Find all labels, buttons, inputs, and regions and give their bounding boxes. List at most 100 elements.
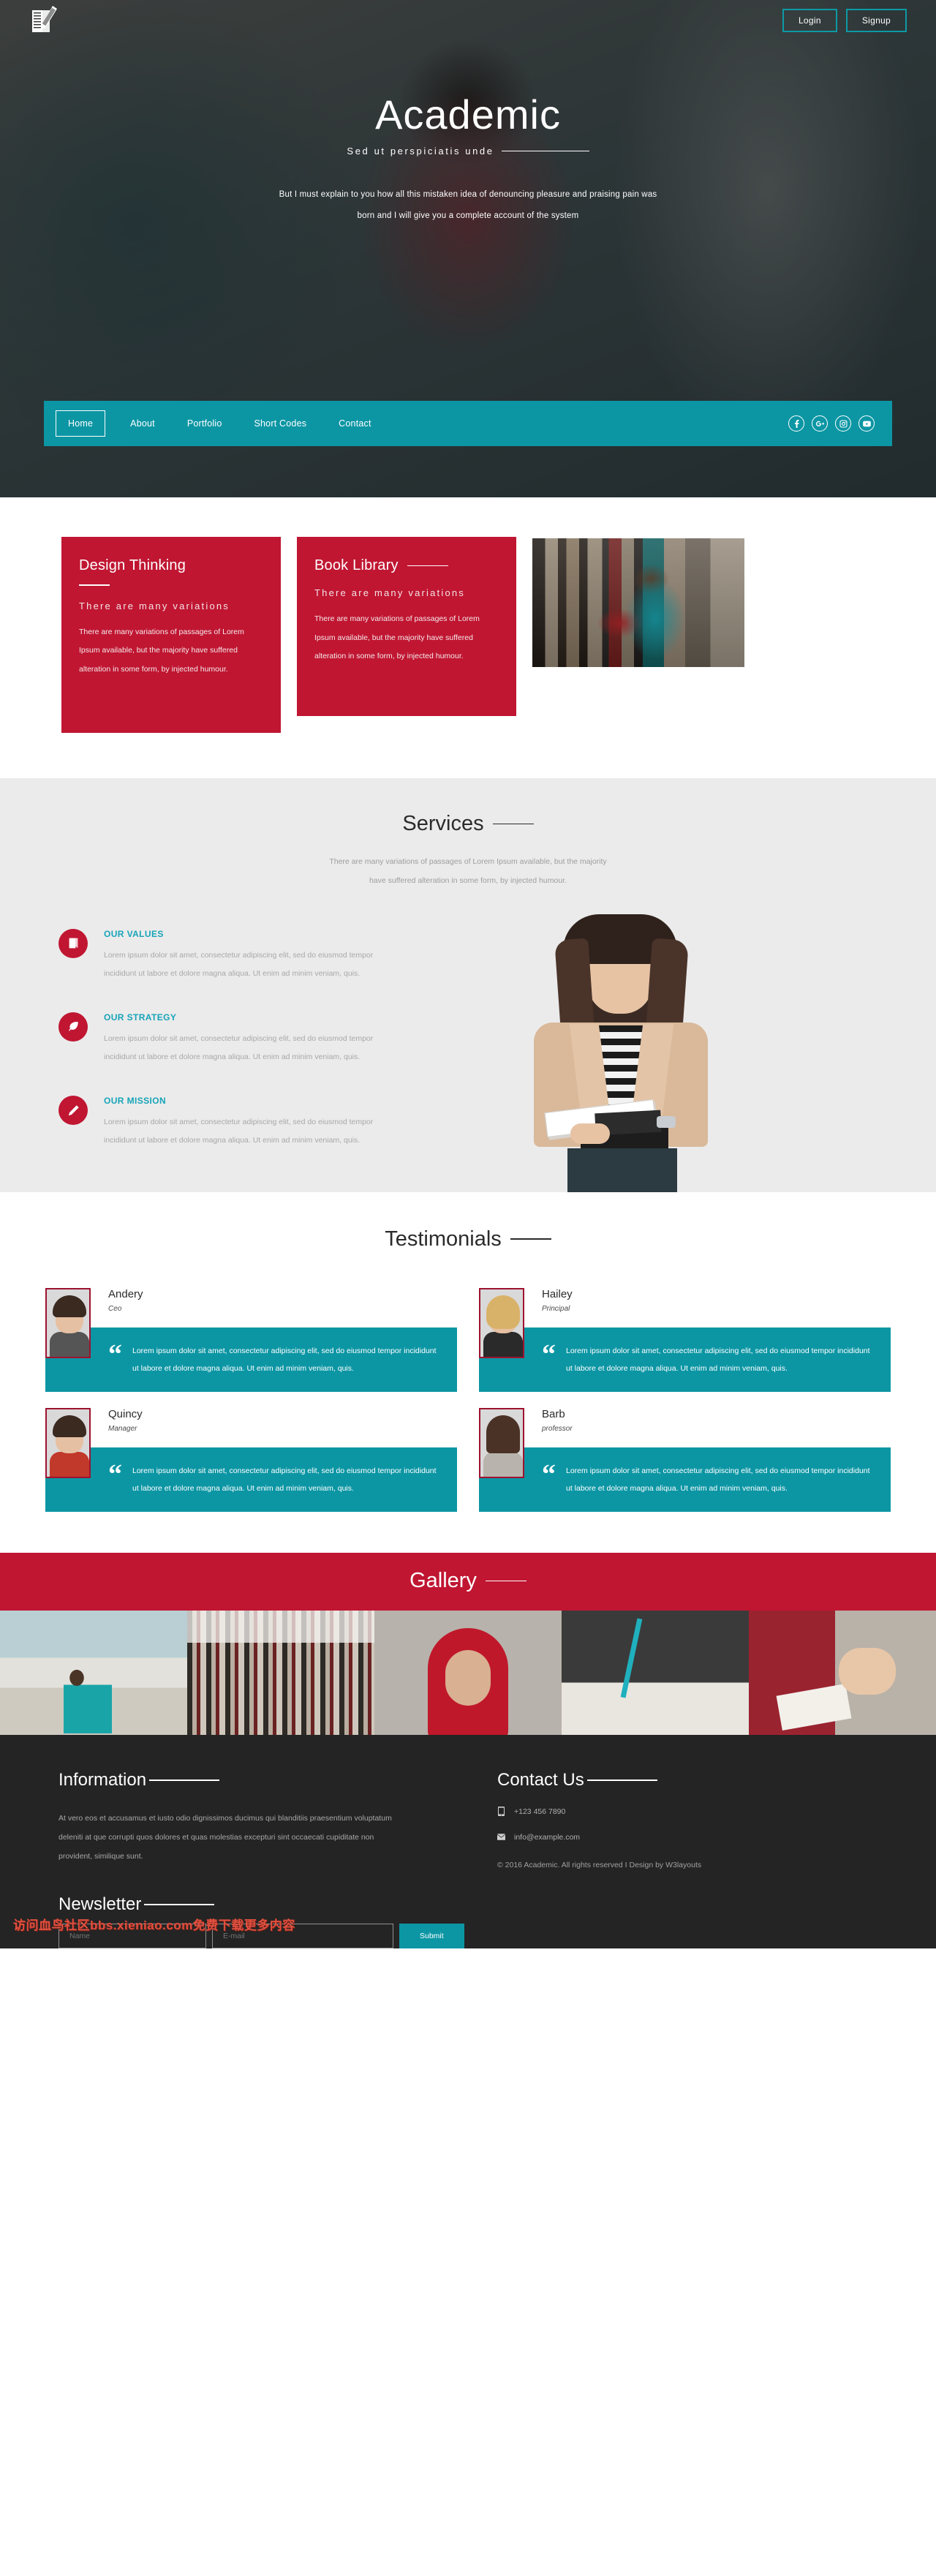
feature-card-title: Book Library [314,557,499,574]
feature-card-subtitle: There are many variations [314,587,466,598]
feature-card-rule [79,584,110,586]
gallery-title-rule [485,1580,526,1582]
services-header: Services There are many variations of pa… [0,812,936,891]
footer-phone-row[interactable]: +123 456 7890 [497,1807,878,1817]
footer-email-row[interactable]: info@example.com [497,1832,878,1842]
feature-card-body: There are many variations of passages of… [79,627,244,674]
footer-contact-title-wrap: Contact Us [497,1770,878,1790]
service-title: OUR MISSION [104,1096,167,1107]
quote-mark-icon: “ [108,1338,122,1370]
nav-item-home[interactable]: Home [56,410,106,437]
testimonials-title-wrap: Testimonials [385,1227,551,1251]
footer-information-rule [149,1780,220,1781]
testimonials-title-rule [510,1238,551,1240]
services-list: OUR VALUES Lorem ipsum dolor sit amet, c… [0,928,483,1192]
quote-mark-icon: “ [542,1458,556,1490]
envelope-icon [497,1834,505,1840]
testimonial-name: Barb [542,1407,565,1420]
quote-mark-icon: “ [542,1338,556,1370]
newsletter-section: Newsletter 访问血鸟社区bbs.xieniao.com免费下载更多内容… [0,1869,936,1949]
testimonial-quote: Lorem ipsum dolor sit amet, consectetur … [132,1346,437,1373]
gallery-image-hand-writing[interactable] [562,1611,749,1736]
footer-copyright: © 2016 Academic. All rights reserved I D… [497,1861,702,1870]
gallery-image-bookshelves[interactable] [187,1611,374,1736]
gallery-section: Gallery [0,1553,936,1736]
footer-information-title: Information [58,1770,147,1790]
service-item-our-strategy[interactable]: OUR STRATEGY Lorem ipsum dolor sit amet,… [58,1012,483,1066]
service-title: OUR STRATEGY [104,1012,177,1023]
services-body: OUR VALUES Lorem ipsum dolor sit amet, c… [0,891,936,1192]
feature-card-title-text: Book Library [314,557,399,573]
gallery-image-students[interactable] [0,1611,187,1736]
top-bar: Login Signup [0,0,936,41]
newsletter-title: Newsletter [58,1894,142,1915]
social-links [788,415,880,432]
nav-links: Home About Portfolio Short Codes Contact [56,410,388,437]
testimonial-quote: Lorem ipsum dolor sit amet, consectetur … [566,1466,870,1493]
youtube-icon[interactable] [858,415,875,432]
service-text: OUR MISSION Lorem ipsum dolor sit amet, … [104,1096,396,1150]
footer-email: info@example.com [514,1832,581,1842]
service-item-our-values[interactable]: OUR VALUES Lorem ipsum dolor sit amet, c… [58,928,483,983]
hero-paragraph: But I must explain to you how all this m… [241,184,695,227]
avatar [45,1287,91,1358]
testimonial-name: Hailey [542,1287,573,1300]
service-body: Lorem ipsum dolor sit amet, consectetur … [104,950,374,978]
site-footer: Information At vero eos et accusamus et … [0,1735,936,1949]
avatar [45,1407,91,1478]
footer-contact-column: Contact Us +123 456 7890 info@example.co… [483,1770,878,1869]
testimonial-quote-box: “ Lorem ipsum dolor sit amet, consectetu… [479,1327,891,1392]
instagram-icon[interactable] [835,415,851,432]
hero-title: Academic [375,91,561,138]
services-title-wrap: Services [402,812,534,836]
feature-card-title-rule [407,565,448,567]
hero-section: Login Signup Academic Sed ut perspiciati… [0,0,936,497]
google-plus-icon[interactable] [812,415,828,432]
gallery-image-girl-hijab[interactable] [374,1611,562,1736]
testimonial-card: Quincy Manager “ Lorem ipsum dolor sit a… [45,1407,457,1513]
facebook-icon[interactable] [788,415,804,432]
service-body: Lorem ipsum dolor sit amet, consectetur … [104,1118,374,1145]
feature-card-book-library: Book Library There are many variations T… [297,537,516,716]
nav-item-portfolio[interactable]: Portfolio [171,413,238,434]
newsletter-rule [144,1904,215,1905]
gallery-image-girl-reading[interactable] [749,1611,936,1736]
testimonial-quote: Lorem ipsum dolor sit amet, consectetur … [566,1346,870,1373]
newsletter-title-wrap: Newsletter [58,1894,878,1915]
testimonial-name: Andery [108,1287,143,1300]
service-title: OUR VALUES [104,928,164,939]
main-navigation: Home About Portfolio Short Codes Contact [44,401,892,446]
feature-card-design-thinking: Design Thinking There are many variation… [61,537,281,733]
services-subtitle-line-1: There are many variations of passages of… [329,857,607,866]
service-item-our-mission[interactable]: OUR MISSION Lorem ipsum dolor sit amet, … [58,1096,483,1150]
testimonials-title: Testimonials [385,1227,502,1251]
nav-item-short-codes[interactable]: Short Codes [238,413,322,434]
notebook-pen-icon [32,6,57,32]
hero-paragraph-line-1: But I must explain to you how all this m… [279,189,657,199]
testimonial-head: Andery Ceo [45,1288,457,1322]
feature-card-title: Design Thinking [79,557,263,574]
testimonials-grid: Andery Ceo “ Lorem ipsum dolor sit amet,… [0,1251,936,1513]
site-logo[interactable] [29,4,60,37]
testimonials-section: Testimonials Andery Ceo “ Lorem ipsum do… [0,1191,936,1553]
testimonial-name: Quincy [108,1407,143,1420]
testimonial-quote-box: “ Lorem ipsum dolor sit amet, consectetu… [45,1447,457,1513]
testimonial-quote: Lorem ipsum dolor sit amet, consectetur … [132,1466,437,1493]
nav-item-about[interactable]: About [114,413,171,434]
testimonial-head: Quincy Manager [45,1408,457,1442]
feature-cards-section: Design Thinking There are many variation… [0,497,936,778]
signup-button[interactable]: Signup [845,9,907,32]
services-subtitle-line-2: have suffered alteration in some form, b… [369,876,567,886]
feature-card-body: There are many variations of passages of… [314,614,480,661]
footer-contact-title: Contact Us [497,1770,584,1790]
nav-item-contact[interactable]: Contact [322,413,387,434]
avatar [479,1287,524,1358]
gallery-header: Gallery [0,1553,936,1611]
book-icon [58,928,88,958]
hero-subtitle: Sed ut perspiciatis unde [347,145,494,157]
newsletter-submit-button[interactable]: Submit [399,1924,464,1949]
service-text: OUR STRATEGY Lorem ipsum dolor sit amet,… [104,1012,396,1066]
services-photo [483,914,936,1192]
login-button[interactable]: Login [782,9,837,32]
watermark-text: 访问血鸟社区bbs.xieniao.com免费下载更多内容 [13,1918,295,1933]
